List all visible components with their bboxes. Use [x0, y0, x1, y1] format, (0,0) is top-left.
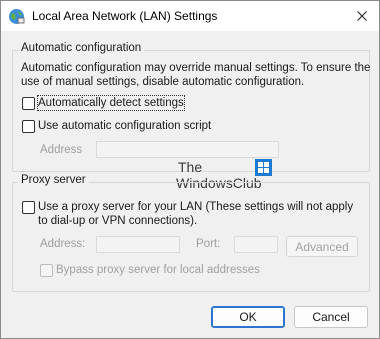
- use-proxy-label[interactable]: Use a proxy server for your LAN (These s…: [38, 200, 362, 228]
- ok-button[interactable]: OK: [211, 306, 285, 328]
- title-bar: Local Area Network (LAN) Settings: [1, 1, 379, 31]
- network-globe-icon: [8, 8, 25, 25]
- proxy-port-field[interactable]: [234, 236, 278, 253]
- auto-script-label[interactable]: Use automatic configuration script: [38, 119, 211, 133]
- bypass-row[interactable]: Bypass proxy server for local addresses: [40, 263, 260, 277]
- watermark-line1: The: [178, 159, 203, 175]
- windows-logo-icon: [255, 159, 272, 176]
- close-button[interactable]: [351, 5, 373, 27]
- auto-detect-row[interactable]: Automatically detect settings: [22, 95, 185, 111]
- use-proxy-row[interactable]: Use a proxy server for your LAN (These s…: [22, 200, 362, 228]
- cancel-button[interactable]: Cancel: [294, 306, 368, 328]
- auto-detect-checkbox[interactable]: [22, 97, 35, 110]
- proxy-server-legend: Proxy server: [18, 174, 89, 186]
- auto-script-checkbox[interactable]: [22, 120, 35, 133]
- script-address-field[interactable]: [96, 141, 279, 158]
- dialog-title: Local Area Network (LAN) Settings: [32, 9, 218, 23]
- automatic-configuration-legend: Automatic configuration: [18, 42, 145, 54]
- advanced-button[interactable]: Advanced: [286, 236, 358, 257]
- auto-script-row[interactable]: Use automatic configuration script: [22, 119, 211, 133]
- script-address-label: Address: [40, 144, 83, 156]
- proxy-address-field[interactable]: [96, 236, 180, 253]
- bypass-checkbox[interactable]: [40, 264, 53, 277]
- proxy-server-group: Proxy server Use a proxy server for your…: [12, 174, 370, 292]
- automatic-configuration-description: Automatic configuration may override man…: [21, 62, 371, 88]
- lan-settings-dialog: Local Area Network (LAN) Settings Automa…: [0, 0, 380, 339]
- bypass-label[interactable]: Bypass proxy server for local addresses: [56, 263, 260, 277]
- proxy-port-label: Port:: [196, 238, 221, 250]
- auto-detect-label[interactable]: Automatically detect settings: [37, 95, 185, 111]
- proxy-address-label: Address:: [40, 238, 86, 250]
- close-icon: [357, 11, 367, 21]
- automatic-configuration-group: Automatic configuration Automatic config…: [12, 42, 371, 172]
- use-proxy-checkbox[interactable]: [22, 201, 35, 214]
